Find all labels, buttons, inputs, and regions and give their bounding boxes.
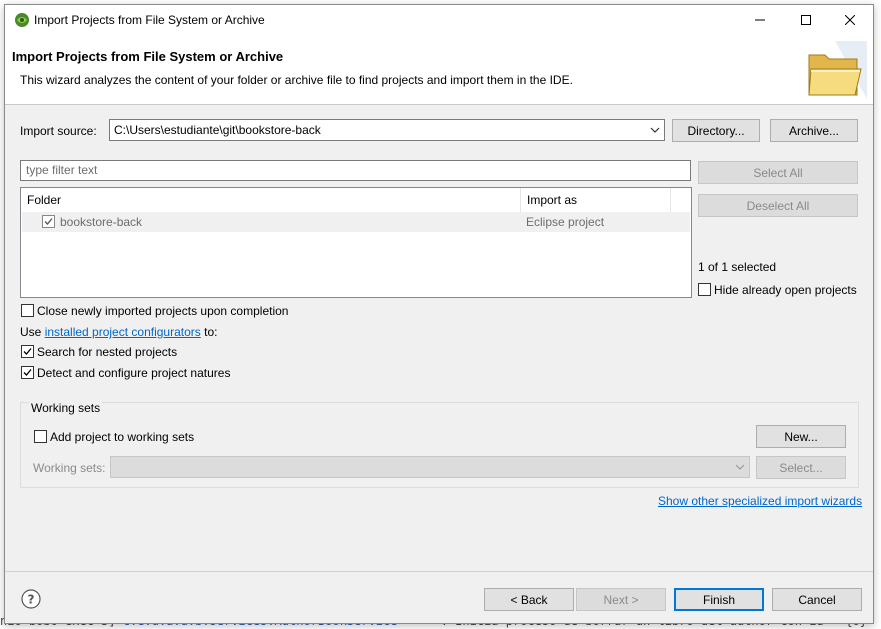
close-imported-label[interactable]: Close newly imported projects upon compl… [37, 304, 288, 318]
chevron-down-icon[interactable] [733, 460, 747, 474]
finish-button[interactable]: Finish [674, 588, 764, 611]
select-working-sets-button[interactable]: Select... [756, 456, 846, 479]
window-title: Import Projects from File System or Arch… [34, 13, 265, 27]
help-icon[interactable]: ? [21, 589, 41, 609]
maximize-icon [801, 15, 811, 25]
back-button[interactable]: < Back [484, 588, 574, 611]
detect-natures-checkbox[interactable] [21, 366, 34, 379]
working-sets-group: Working sets Add project to working sets… [20, 401, 859, 488]
row-checkbox[interactable] [42, 215, 55, 228]
hide-open-checkbox[interactable] [698, 283, 711, 296]
hide-open-label[interactable]: Hide already open projects [714, 283, 857, 297]
minimize-button[interactable] [737, 5, 783, 35]
column-header-import-as[interactable]: Import as [521, 188, 671, 212]
checkmark-icon [23, 369, 32, 376]
working-sets-title: Working sets [29, 401, 103, 415]
configurators-line: Use installed project configurators to: [20, 325, 217, 339]
working-sets-label: Working sets: [33, 461, 106, 475]
selection-count: 1 of 1 selected [698, 260, 777, 274]
deselect-all-button[interactable]: Deselect All [698, 194, 858, 217]
checkmark-icon [23, 348, 32, 355]
add-to-working-sets-label[interactable]: Add project to working sets [50, 430, 194, 444]
row-folder-name: bookstore-back [60, 215, 143, 229]
new-working-set-button[interactable]: New... [756, 425, 846, 448]
working-sets-combo[interactable] [110, 456, 750, 478]
search-nested-checkbox[interactable] [21, 345, 34, 358]
row-import-as: Eclipse project [526, 215, 605, 229]
column-header-folder[interactable]: Folder [21, 188, 521, 212]
other-import-wizards-link[interactable]: Show other specialized import wizards [658, 494, 862, 508]
footer-separator [5, 571, 873, 572]
next-button[interactable]: Next > [576, 588, 666, 611]
cancel-button[interactable]: Cancel [772, 588, 862, 611]
wizard-description: This wizard analyzes the content of your… [20, 73, 573, 87]
configurators-prefix: Use [20, 325, 42, 339]
search-nested-label[interactable]: Search for nested projects [37, 345, 177, 359]
add-to-working-sets-checkbox[interactable] [34, 430, 47, 443]
maximize-button[interactable] [783, 5, 829, 35]
import-source-combo[interactable]: C:\Users\estudiante\git\bookstore-back [109, 119, 665, 141]
checkmark-icon [44, 218, 53, 225]
wizard-title: Import Projects from File System or Arch… [12, 49, 284, 64]
close-icon [845, 15, 855, 25]
import-dialog: Import Projects from File System or Arch… [4, 4, 874, 624]
archive-button[interactable]: Archive... [770, 119, 858, 142]
directory-button[interactable]: Directory... [672, 119, 760, 142]
configurators-suffix: to: [204, 325, 218, 339]
table-row[interactable]: bookstore-back Eclipse project [22, 212, 690, 232]
projects-table[interactable]: Folder Import as bookstore-back Eclipse … [20, 187, 692, 298]
minimize-icon [755, 19, 765, 21]
detect-natures-label[interactable]: Detect and configure project natures [37, 366, 230, 380]
close-button[interactable] [827, 5, 873, 35]
select-all-button[interactable]: Select All [698, 161, 858, 184]
title-bar: Import Projects from File System or Arch… [5, 5, 873, 35]
import-source-label: Import source: [20, 124, 97, 138]
column-separator [670, 188, 671, 212]
folder-banner-icon [805, 41, 867, 99]
wizard-header: Import Projects from File System or Arch… [5, 35, 873, 105]
close-imported-checkbox[interactable] [21, 304, 34, 317]
import-source-value: C:\Users\estudiante\git\bookstore-back [114, 123, 321, 137]
svg-text:?: ? [28, 593, 35, 607]
filter-input[interactable]: type filter text [20, 160, 691, 181]
installed-configurators-link[interactable]: installed project configurators [45, 325, 201, 339]
chevron-down-icon[interactable] [648, 123, 662, 137]
eclipse-app-icon [14, 12, 30, 28]
